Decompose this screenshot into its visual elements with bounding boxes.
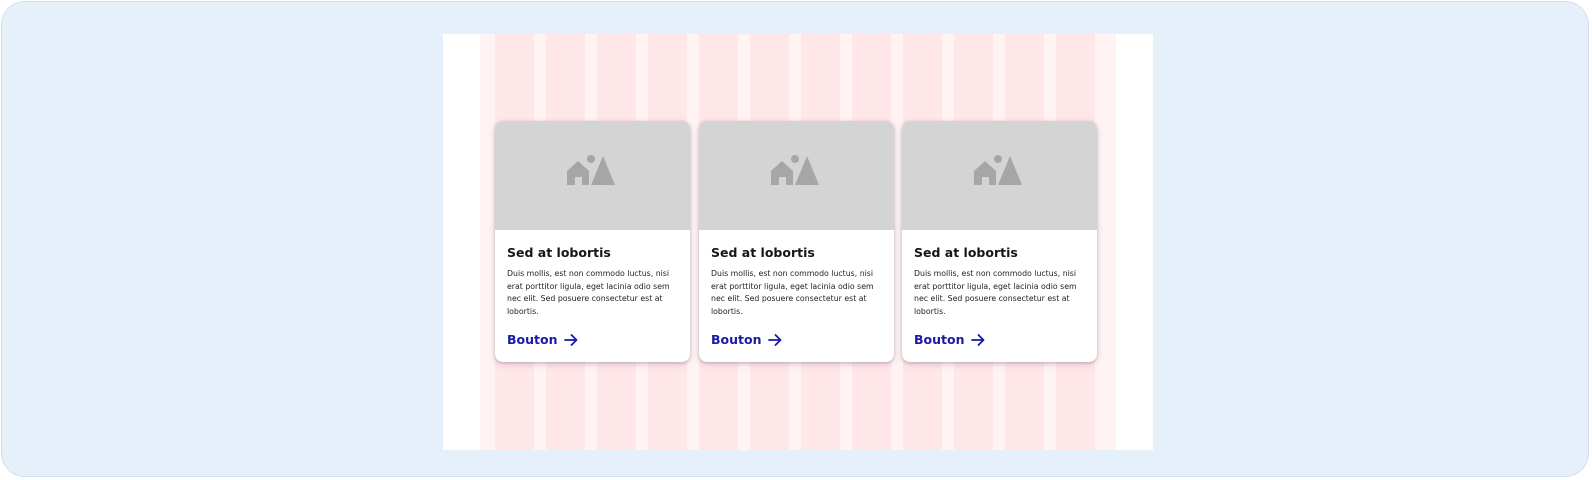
image-placeholder-icon <box>567 155 615 185</box>
arrow-right-icon <box>971 334 985 347</box>
card-description: Duis mollis, est non commodo luctus, nis… <box>914 269 1077 316</box>
card-title: Sed at lobortis <box>711 245 815 260</box>
card-button-label: Bouton <box>914 332 965 348</box>
card-title: Sed at lobortis <box>507 245 611 260</box>
arrow-right-icon <box>564 334 578 347</box>
card-button[interactable]: Bouton <box>914 332 985 348</box>
preview-frame: Sed at lobortis Duis mollis, est non com… <box>1 1 1589 477</box>
card: Sed at lobortis Duis mollis, est non com… <box>699 121 894 362</box>
card-body: Sed at lobortis Duis mollis, est non com… <box>699 230 894 349</box>
card-body: Sed at lobortis Duis mollis, est non com… <box>902 230 1097 349</box>
card-button[interactable]: Bouton <box>711 332 782 348</box>
card-description: Duis mollis, est non commodo luctus, nis… <box>711 269 874 316</box>
card-image <box>699 121 894 230</box>
card: Sed at lobortis Duis mollis, est non com… <box>495 121 690 362</box>
card-button-label: Bouton <box>711 332 762 348</box>
artboard: Sed at lobortis Duis mollis, est non com… <box>443 34 1153 450</box>
card: Sed at lobortis Duis mollis, est non com… <box>902 121 1097 362</box>
card-button[interactable]: Bouton <box>507 332 578 348</box>
card-body: Sed at lobortis Duis mollis, est non com… <box>495 230 690 349</box>
card-title: Sed at lobortis <box>914 245 1018 260</box>
card-image <box>495 121 690 230</box>
card-button-label: Bouton <box>507 332 558 348</box>
card-image <box>902 121 1097 230</box>
card-description: Duis mollis, est non commodo luctus, nis… <box>507 269 670 316</box>
image-placeholder-icon <box>771 155 819 185</box>
arrow-right-icon <box>768 334 782 347</box>
image-placeholder-icon <box>974 155 1022 185</box>
